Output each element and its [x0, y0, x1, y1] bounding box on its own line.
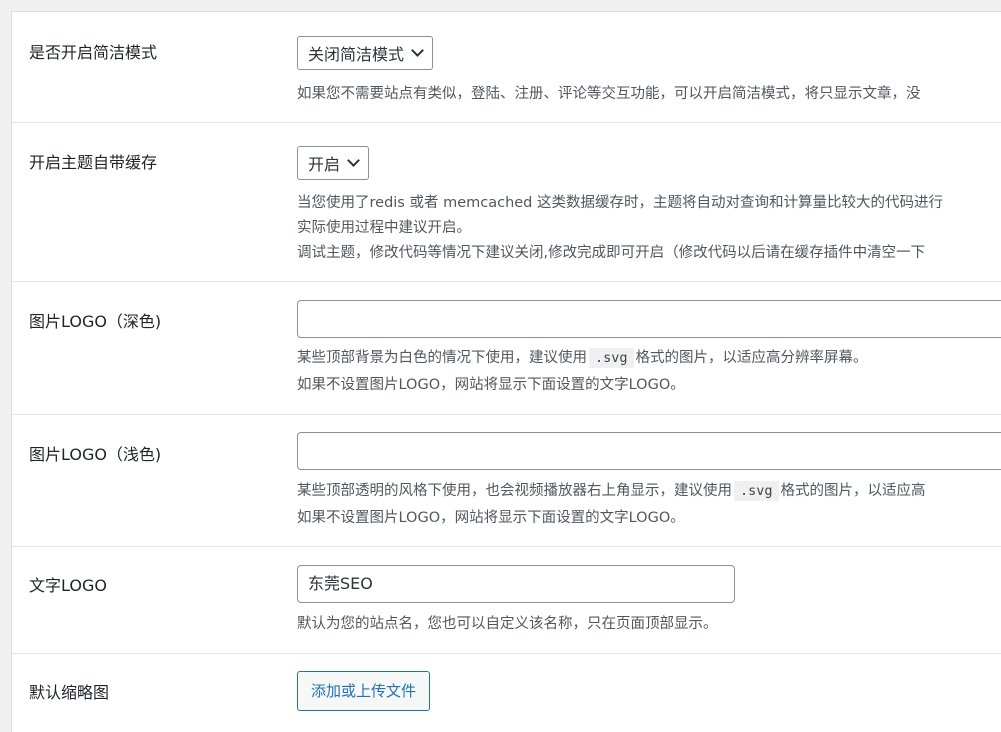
setting-label: 文字LOGO [29, 576, 107, 595]
setting-label: 图片LOGO（深色) [29, 312, 162, 331]
setting-description-line-3: 调试主题，修改代码等情况下建议关闭,修改完成即可开启（修改代码以后请在缓存插件中… [297, 245, 926, 261]
setting-description-line-2: 实际使用过程中建议开启。 [297, 220, 471, 236]
setting-label: 是否开启简洁模式 [29, 43, 158, 62]
svg-code: .svg [734, 481, 779, 501]
setting-row-logo-dark: 图片LOGO（深色) 某些顶部背景为白色的情况下使用，建议使用 .svg 格式的图片… [12, 282, 1001, 415]
cache-select[interactable]: 开启 [297, 146, 370, 180]
svg-code: .svg [589, 348, 634, 368]
logo-light-input[interactable] [297, 432, 1001, 470]
setting-description: 如果您不需要站点有类似，登陆、注册、评论等交互功能，可以开启简洁模式，将只显示文… [297, 86, 921, 102]
upload-file-button[interactable]: 添加或上传文件 [297, 671, 431, 711]
chevron-down-icon [411, 44, 424, 57]
setting-label: 开启主题自带缓存 [29, 153, 158, 172]
logo-dark-input[interactable] [297, 300, 1001, 338]
setting-label: 默认缩略图 [29, 683, 110, 702]
select-value: 开启 [308, 155, 341, 174]
setting-description-line-1: 某些顶部透明的风格下使用，也会视频播放器右上角显示，建议使用 .svg 格式的图片，… [297, 479, 926, 503]
desc-text: 格式的图片，以适应高 [780, 483, 926, 499]
setting-row-default-thumbnail: 默认缩略图 添加或上传文件 [12, 654, 1001, 732]
settings-panel: 是否开启简洁模式 关闭简洁模式 如果您不需要站点有类似，登陆、注册、评论等交互功… [11, 11, 1001, 732]
setting-row-simple-mode: 是否开启简洁模式 关闭简洁模式 如果您不需要站点有类似，登陆、注册、评论等交互功… [12, 12, 1001, 123]
setting-label: 图片LOGO（浅色) [29, 445, 162, 464]
simple-mode-select[interactable]: 关闭简洁模式 [297, 36, 434, 70]
setting-row-cache: 开启主题自带缓存 开启 当您使用了redis 或者 memcached 这类数据… [12, 123, 1001, 282]
desc-text: 某些顶部透明的风格下使用，也会视频播放器右上角显示，建议使用 [297, 483, 732, 499]
setting-description-line-1: 当您使用了redis 或者 memcached 这类数据缓存时，主题将自动对查询… [297, 195, 943, 211]
setting-row-logo-light: 图片LOGO（浅色) 某些顶部透明的风格下使用，也会视频播放器右上角显示，建议使… [12, 415, 1001, 547]
chevron-down-icon [347, 154, 360, 167]
setting-row-text-logo: 文字LOGO 东莞SEO 默认为您的站点名，您也可以自定义该名称，只在页面顶部显… [12, 547, 1001, 654]
desc-text: 格式的图片，以适应高分辨率屏幕。 [635, 350, 868, 366]
setting-description-line-1: 某些顶部背景为白色的情况下使用，建议使用 .svg 格式的图片，以适应高分辨率屏幕。 [297, 346, 868, 370]
setting-description-line-2: 如果不设置图片LOGO，网站将显示下面设置的文字LOGO。 [297, 377, 685, 393]
select-value: 关闭简洁模式 [308, 45, 405, 64]
setting-description-line-2: 如果不设置图片LOGO，网站将显示下面设置的文字LOGO。 [297, 510, 685, 526]
desc-text: 某些顶部背景为白色的情况下使用，建议使用 [297, 350, 587, 366]
setting-description: 默认为您的站点名，您也可以自定义该名称，只在页面顶部显示。 [297, 616, 718, 632]
text-logo-input[interactable]: 东莞SEO [297, 565, 735, 603]
